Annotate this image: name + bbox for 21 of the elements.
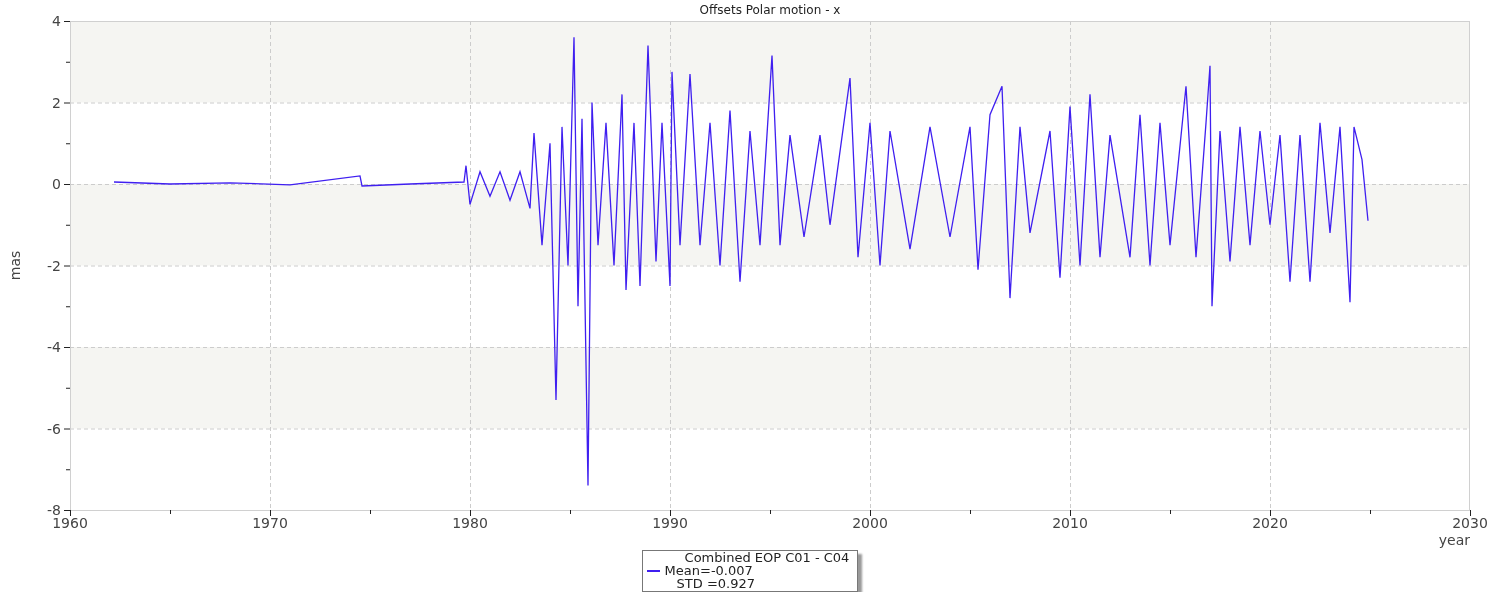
y-tick-label: -8 (47, 502, 61, 518)
y-tick-label: 0 (52, 176, 61, 192)
x-tick-label: 1970 (252, 515, 288, 531)
x-tick-label: 1980 (452, 515, 488, 531)
x-tick-label: 2030 (1452, 515, 1488, 531)
y-tick-label: 4 (52, 13, 61, 29)
legend-text: Mean=-0.007 (664, 564, 754, 577)
legend-text: STD =0.927 (675, 577, 757, 590)
y-tick-label: -2 (47, 257, 61, 274)
x-tick-label: 2000 (852, 515, 888, 531)
x-tick-label: 2010 (1052, 515, 1088, 531)
y-axis-label: mas (7, 250, 23, 281)
legend-text: Combined EOP C01 - C04 (683, 551, 850, 564)
y-tick-label: -6 (47, 420, 61, 437)
chart-title: Offsets Polar motion - x (699, 3, 841, 17)
x-tick-label: 2020 (1252, 515, 1288, 531)
x-tick-label: 1960 (52, 515, 88, 531)
y-tick-label: -4 (47, 339, 61, 355)
x-tick-label: 1990 (652, 515, 688, 531)
y-tick-label: 2 (52, 94, 61, 111)
x-axis-label: year (1438, 532, 1470, 548)
